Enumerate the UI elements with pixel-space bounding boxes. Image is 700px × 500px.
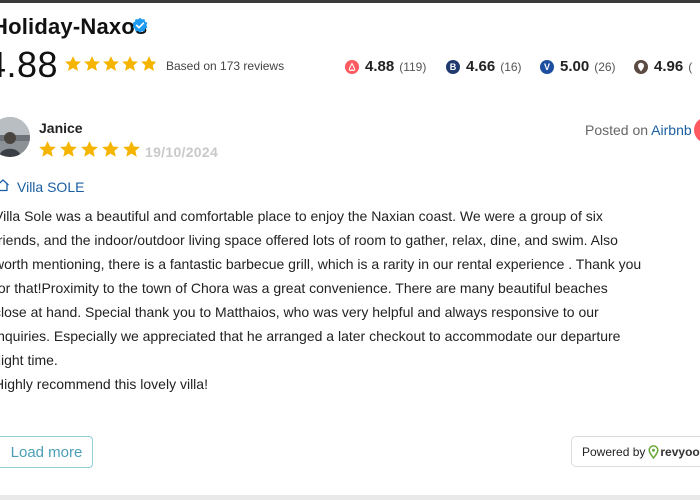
platform-rating-airbnb[interactable]: 4.88 (119) (345, 58, 426, 75)
overall-star-rating (64, 55, 158, 75)
powered-by-badge[interactable]: Powered by revyoos (571, 436, 700, 467)
revyoos-logo-text: revyoos (660, 444, 700, 459)
load-more-button[interactable]: Load more (0, 436, 93, 468)
platform-score: 4.88 (365, 58, 395, 75)
star-icon (39, 141, 56, 157)
review-text-line: for that!Proximity to the town of Chora … (0, 280, 608, 296)
platform-count: (16) (500, 59, 522, 74)
review-text: Villa Sole was a beautiful and comfortab… (0, 204, 700, 396)
platform-score: 4.66 (466, 58, 496, 75)
star-icon (123, 141, 140, 157)
powered-by-label: Powered by (582, 444, 646, 459)
star-icon (141, 56, 157, 71)
review-text-line: inquiries. Especially we appreciated tha… (0, 328, 621, 344)
review-text-line: Highly recommend this lovely villa! (0, 376, 208, 392)
review-text-line: worth mentioning, there is a fantastic b… (0, 256, 642, 272)
review-count-text: Based on 173 reviews (166, 59, 285, 73)
verified-check-icon (132, 17, 148, 33)
posted-on: Posted on Airbnb (585, 122, 692, 138)
platform-score: 5.00 (560, 58, 590, 75)
review-text-line: flight time. (0, 352, 58, 368)
booking-icon: B (446, 59, 460, 74)
reviewer-name: Janice (39, 120, 83, 136)
star-icon (65, 56, 81, 71)
reviewer-avatar (0, 117, 30, 157)
review-text-line: Villa Sole was a beautiful and comfortab… (0, 208, 603, 224)
platform-rating-vrbo[interactable]: V 5.00 (26) (540, 58, 616, 75)
map-pin-icon (634, 59, 648, 74)
star-icon (84, 56, 100, 71)
platform-rating-booking[interactable]: B 4.66 (16) (446, 58, 522, 75)
star-icon (103, 56, 119, 71)
platform-score: 4.96 (654, 58, 684, 75)
platform-count: (119) (399, 59, 427, 74)
star-icon (81, 141, 98, 157)
bottom-border (0, 495, 700, 500)
star-icon (60, 141, 77, 157)
top-border (0, 0, 700, 3)
home-icon (0, 179, 9, 192)
airbnb-icon (345, 59, 359, 74)
property-title: Holiday-Naxos (0, 14, 148, 39)
review-star-rating (38, 140, 141, 160)
review-text-line: close at hand. Special thank you to Matt… (0, 304, 599, 320)
posted-on-label: Posted on (585, 122, 652, 138)
platform-rating-other[interactable]: 4.96 ( (634, 58, 692, 75)
platform-count: (26) (594, 59, 616, 74)
vrbo-icon: V (540, 59, 554, 74)
star-icon (102, 141, 119, 157)
airbnb-badge-icon (694, 117, 700, 143)
review-date: 19/10/2024 (145, 144, 219, 160)
star-icon (122, 56, 138, 71)
overall-rating: 4.88 (0, 44, 59, 85)
property-link[interactable]: Villa SOLE (17, 179, 84, 195)
posted-source-link[interactable]: Airbnb (651, 122, 691, 138)
revyoos-pin-icon (648, 444, 659, 459)
platform-count: ( (688, 59, 693, 74)
review-text-line: friends, and the indoor/outdoor living s… (0, 232, 618, 248)
